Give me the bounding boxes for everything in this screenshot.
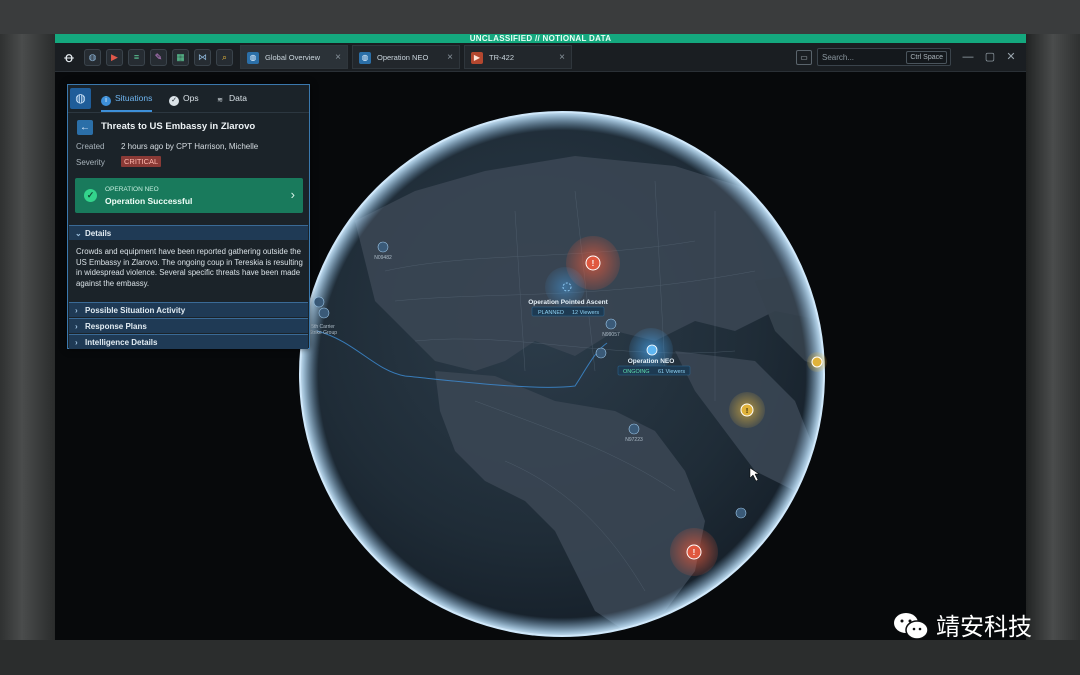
check-icon: ✓ (169, 96, 179, 106)
situation-panel: ◍ i Situations ✓ Ops ≋ Data ← Threats to US… (67, 84, 310, 349)
messages-icon[interactable]: ▭ (796, 50, 812, 65)
severity-label: Severity (76, 158, 105, 167)
operation-name: OPERATION NEO (105, 186, 159, 193)
section-activity[interactable]: › Possible Situation Activity (69, 302, 308, 317)
operation-status: Operation Successful (105, 196, 193, 206)
table-tool-icon[interactable]: ▦ (172, 49, 189, 66)
panel-tabs: ◍ i Situations ✓ Ops ≋ Data (68, 85, 309, 113)
info-icon: i (101, 96, 111, 106)
chevron-right-icon: › (290, 187, 295, 202)
asset-label-2: N99057 (602, 332, 620, 338)
video-tool-icon[interactable]: ▶ (106, 49, 123, 66)
operation-ascent-status: PLANNED (538, 310, 564, 316)
section-details[interactable]: ⌄ Details (69, 225, 308, 240)
classification-banner: UNCLASSIFIED // NOTIONAL DATA (55, 34, 1026, 43)
operation-ascent-viewers: 12 Viewers (572, 310, 599, 316)
situation-title: Threats to US Embassy in Zlarovo (101, 121, 256, 132)
maximize-icon[interactable]: ▢ (984, 51, 996, 63)
warning-icon (811, 356, 823, 368)
window-close-icon[interactable]: ✕ (1005, 51, 1017, 63)
section-intelligence[interactable]: › Intelligence Details (69, 334, 308, 349)
section-response-plans[interactable]: › Response Plans (69, 318, 308, 333)
layers-icon: ≋ (217, 97, 223, 104)
asset-label-3: N97223 (625, 437, 643, 443)
operation-neo-viewers: 61 Viewers (658, 369, 685, 375)
tab-operation-neo[interactable]: ◍ Operation NEO × (352, 45, 460, 69)
tab-tr-422[interactable]: ▶ TR-422 × (464, 45, 572, 69)
video-icon: ▶ (471, 52, 483, 64)
chevron-right-icon: › (75, 338, 78, 347)
globe-tool-icon[interactable]: ◍ (84, 49, 101, 66)
inspect-tool-icon[interactable]: ⌕ (216, 49, 233, 66)
ship-icon[interactable] (313, 296, 325, 308)
ship-icon[interactable] (735, 507, 747, 519)
timeline-tool-icon[interactable]: ≡ (128, 49, 145, 66)
monitor-bezel-top (0, 0, 1080, 34)
tab-situations[interactable]: i Situations (101, 85, 153, 112)
search-field[interactable]: Ctrl Space (817, 48, 951, 66)
ship-icon[interactable] (318, 307, 330, 319)
operation-neo-label: Operation NEO (628, 358, 675, 365)
close-icon[interactable]: × (335, 46, 341, 70)
tab-ops[interactable]: ✓ Ops (169, 85, 199, 112)
created-label: Created (76, 142, 105, 151)
carrier-label-line2: Strike Group (309, 330, 337, 336)
globe-rim (299, 111, 825, 637)
svg-text:!: ! (746, 408, 748, 415)
svg-text:!: ! (693, 548, 696, 557)
watermark-text: 靖安科技 (936, 613, 1032, 641)
graph-tool-icon[interactable]: ⋈ (194, 49, 211, 66)
search-shortcut: Ctrl Space (906, 51, 947, 64)
draw-tool-icon[interactable]: ✎ (150, 49, 167, 66)
app-screen: UNCLASSIFIED // NOTIONAL DATA ꝋ ◍ ▶ ≡ ✎ … (55, 34, 1026, 640)
check-circle-icon: ✓ (84, 189, 97, 202)
details-text: Crowds and equipment have been reported … (76, 247, 303, 288)
close-icon[interactable]: × (559, 46, 565, 70)
minimize-icon[interactable]: — (962, 51, 974, 63)
monitor-bezel-left (0, 34, 55, 640)
operation-ascent-label: Operation Pointed Ascent (528, 299, 608, 306)
svg-text:!: ! (592, 259, 595, 268)
close-icon[interactable]: × (447, 46, 453, 70)
wechat-icon (894, 613, 929, 640)
globe-icon[interactable]: ◍ (70, 88, 91, 109)
aircraft-icon[interactable] (605, 318, 617, 330)
operation-neo-status: ONGOING (623, 369, 650, 375)
asset-label-1: N09482 (374, 255, 392, 261)
chevron-right-icon: › (75, 306, 78, 315)
created-value: 2 hours ago by CPT Harrison, Michelle (121, 142, 259, 151)
globe-icon: ◍ (359, 52, 371, 64)
globe-icon: ◍ (247, 52, 259, 64)
aircraft-icon[interactable] (628, 423, 640, 435)
search-input[interactable] (822, 51, 902, 63)
ship-icon[interactable] (595, 347, 607, 359)
top-toolbar: ꝋ ◍ ▶ ≡ ✎ ▦ ⋈ ⌕ ◍ Global Overview × ◍ Op… (55, 43, 1026, 72)
back-button[interactable]: ← (77, 120, 93, 135)
monitor-bezel-right (1026, 34, 1080, 640)
watermark: 靖安科技 (892, 607, 1032, 647)
aircraft-icon[interactable] (377, 241, 389, 253)
chevron-right-icon: › (75, 322, 78, 331)
tab-global-overview[interactable]: ◍ Global Overview × (240, 45, 348, 69)
operation-status-card[interactable]: ✓ OPERATION NEO Operation Successful › (75, 178, 303, 213)
tab-data[interactable]: ≋ Data (215, 85, 247, 112)
chevron-down-icon: ⌄ (75, 229, 82, 238)
app-logo-icon[interactable]: ꝋ (61, 49, 77, 65)
severity-badge: CRITICAL (121, 156, 162, 167)
